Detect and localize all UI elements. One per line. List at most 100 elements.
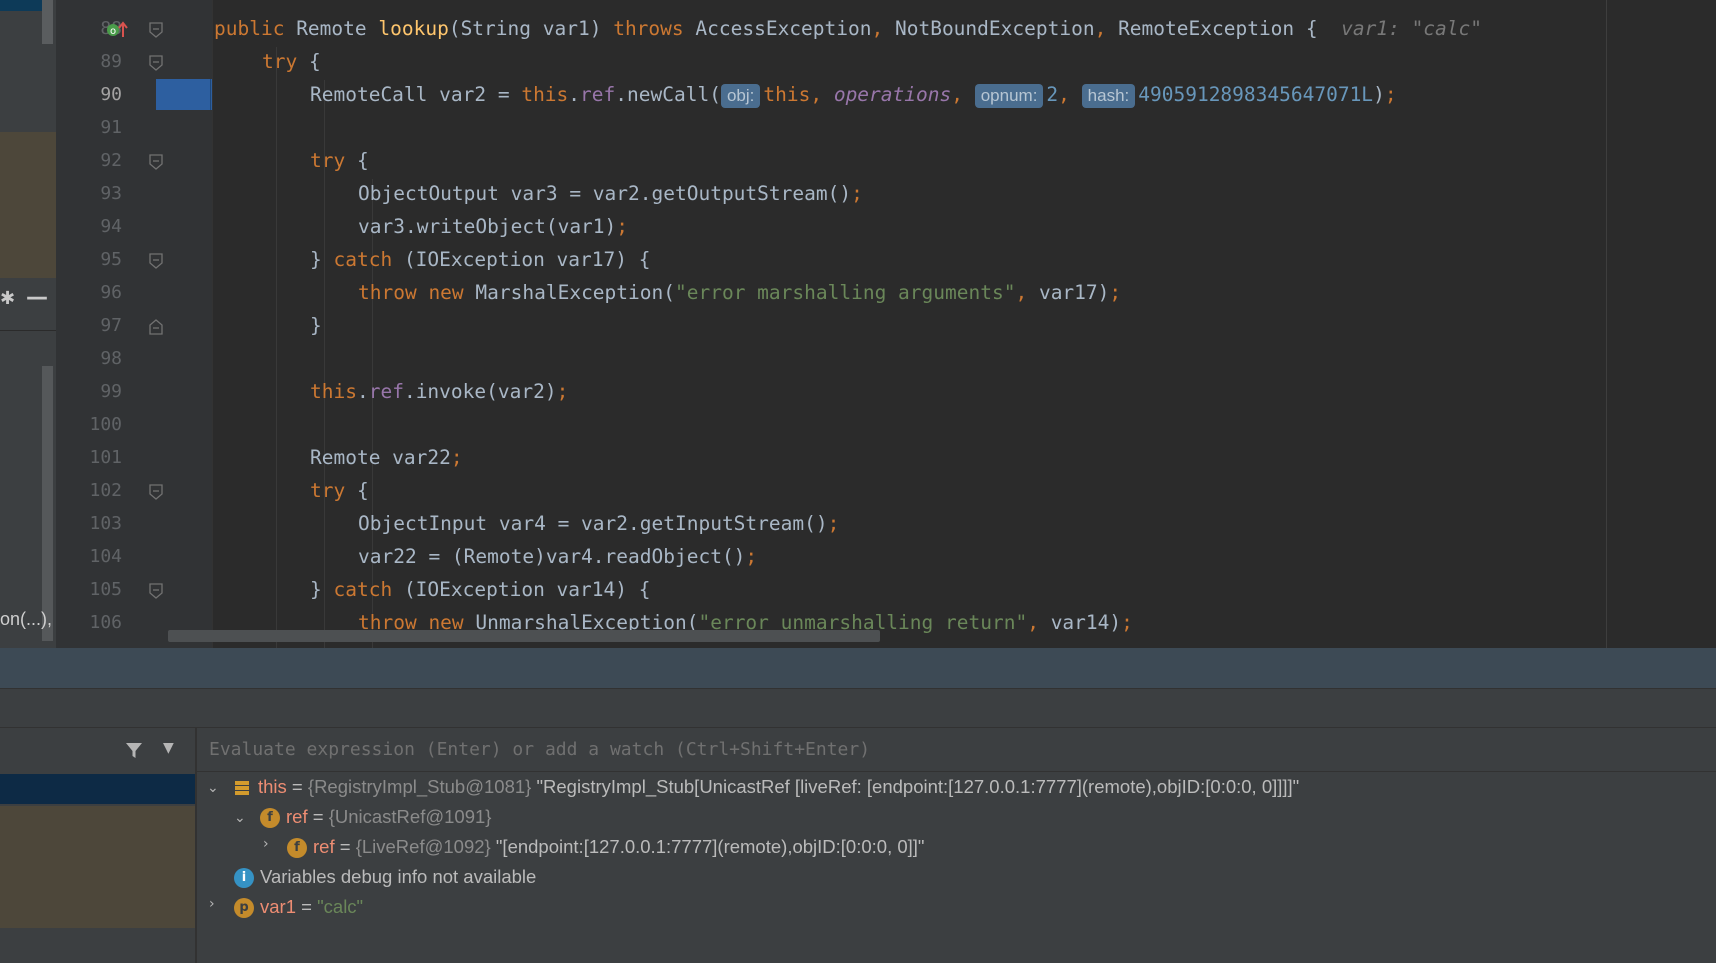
frame-fragment-text[interactable]: on(...), I: [0, 609, 56, 630]
frames-list[interactable]: [0, 806, 195, 928]
code-line[interactable]: } catch (IOException var17) {: [310, 243, 650, 276]
code-token: (String var1): [448, 17, 614, 40]
chevron-right-icon[interactable]: ›: [263, 836, 269, 852]
code-line[interactable]: ObjectOutput var3 = var2.getOutputStream…: [358, 177, 863, 210]
code-token: throw new: [358, 281, 476, 304]
fold-marker-icon[interactable]: [149, 154, 163, 170]
variable-value: "RegistryImpl_Stub[UnicastRef [liveRef: …: [531, 776, 1300, 797]
panel-scrollbar[interactable]: [42, 0, 53, 44]
code-token: catch: [333, 578, 404, 601]
code-line[interactable]: RemoteCall var2 = this.ref.newCall(obj: t…: [310, 78, 1397, 111]
code-line[interactable]: try {: [262, 45, 321, 78]
code-line[interactable]: var3.writeObject(var1);: [358, 210, 628, 243]
line-number[interactable]: 89: [56, 45, 122, 78]
code-line[interactable]: ObjectInput var4 = var2.getInputStream()…: [358, 507, 839, 540]
line-number[interactable]: 100: [56, 408, 122, 441]
variable-row-ref[interactable]: f ref = {UnicastRef@1091}: [260, 802, 491, 832]
code-token: ;: [745, 545, 758, 568]
line-number[interactable]: 106: [56, 606, 122, 639]
equals: =: [296, 896, 318, 917]
code-line[interactable]: public Remote lookup(String var1) throws…: [214, 12, 1482, 45]
line-number[interactable]: 104: [56, 540, 122, 573]
code-token: AccessException: [695, 17, 872, 40]
filter-icon[interactable]: [124, 740, 144, 764]
equals: =: [307, 806, 329, 827]
debug-tool-header: [0, 648, 1716, 688]
fold-marker-icon[interactable]: [149, 484, 163, 500]
code-token: catch: [333, 248, 404, 271]
variable-type: {RegistryImpl_Stub@1081}: [307, 776, 532, 797]
line-number[interactable]: 96: [56, 276, 122, 309]
code-token: var17): [1038, 281, 1110, 304]
code-token: ;: [450, 446, 463, 469]
field-icon: f: [260, 808, 280, 829]
code-token: }: [310, 314, 322, 337]
code-line[interactable]: Remote var22;: [310, 441, 463, 474]
fold-marker-icon[interactable]: [149, 319, 163, 335]
line-number[interactable]: 91: [56, 111, 122, 144]
code-line[interactable]: } catch (IOException var14) {: [310, 573, 650, 606]
line-number[interactable]: 102: [56, 474, 122, 507]
variable-name: ref: [313, 836, 335, 857]
code-token: NotBoundException: [894, 17, 1095, 40]
editor-horizontal-scrollbar[interactable]: [168, 630, 880, 642]
chevron-down-icon[interactable]: ⌄: [234, 810, 246, 826]
chevron-down-icon[interactable]: ⌄: [207, 780, 219, 796]
chevron-down-icon[interactable]: ▼: [163, 740, 174, 756]
gear-icon[interactable]: ✱: [0, 288, 15, 309]
code-token: ): [1373, 83, 1385, 106]
code-token: var1: "calc": [1341, 17, 1483, 40]
code-token: ,: [871, 17, 895, 40]
fold-marker-icon[interactable]: [149, 22, 163, 38]
chevron-right-icon[interactable]: ›: [209, 896, 215, 912]
fold-marker-icon[interactable]: [149, 55, 163, 71]
code-line[interactable]: var22 = (Remote)var4.readObject();: [358, 540, 757, 573]
code-token: public: [214, 17, 297, 40]
line-number[interactable]: 94: [56, 210, 122, 243]
equals: =: [286, 776, 308, 797]
stack-icon: [235, 781, 249, 796]
minimize-icon[interactable]: —: [26, 285, 48, 310]
selected-frame[interactable]: [0, 774, 195, 804]
code-token: Remote: [296, 17, 379, 40]
line-number[interactable]: 97: [56, 309, 122, 342]
code-token: ,: [1015, 281, 1039, 304]
code-line[interactable]: }: [310, 309, 322, 342]
line-number[interactable]: 93: [56, 177, 122, 210]
line-number[interactable]: 95: [56, 243, 122, 276]
field-icon: f: [287, 838, 307, 859]
code-token: .: [356, 380, 369, 403]
line-number[interactable]: 103: [56, 507, 122, 540]
code-token: RemoteException {: [1118, 17, 1342, 40]
line-number[interactable]: 105: [56, 573, 122, 606]
line-number[interactable]: 98: [56, 342, 122, 375]
code-token: this: [763, 83, 811, 106]
indent-guide: [276, 47, 277, 648]
code-line[interactable]: throw new MarshalException("error marsha…: [358, 276, 1121, 309]
code-token: this: [310, 380, 357, 403]
code-token: {: [356, 479, 369, 502]
line-number[interactable]: 92: [56, 144, 122, 177]
line-number[interactable]: 90: [56, 78, 122, 111]
code-line[interactable]: try {: [310, 474, 369, 507]
variable-row-var1[interactable]: p var1 = "calc": [234, 892, 363, 922]
line-number[interactable]: 99: [56, 375, 122, 408]
line-number[interactable]: 101: [56, 441, 122, 474]
fold-marker-icon[interactable]: [149, 583, 163, 599]
code-token: this: [521, 83, 569, 106]
override-method-icon[interactable]: o: [106, 19, 130, 45]
code-editor[interactable]: public Remote lookup(String var1) throws…: [212, 0, 1716, 648]
frames-scrollbar[interactable]: [42, 366, 53, 641]
variable-type: {LiveRef@1092}: [355, 836, 491, 857]
selected-item[interactable]: [0, 0, 44, 11]
fold-marker-icon[interactable]: [149, 253, 163, 269]
variable-row-this[interactable]: this = {RegistryImpl_Stub@1081} "Registr…: [234, 772, 1299, 802]
code-line[interactable]: this.ref.invoke(var2);: [310, 375, 568, 408]
code-token: ,: [951, 83, 975, 106]
code-token: var3.writeObject(var1): [358, 215, 617, 238]
code-line[interactable]: try {: [310, 144, 369, 177]
code-token: {: [308, 50, 321, 73]
code-token: ,: [810, 83, 834, 106]
variable-row-liveref[interactable]: f ref = {LiveRef@1092} "[endpoint:[127.0.…: [287, 832, 924, 862]
evaluate-expression-input[interactable]: Evaluate expression (Enter) or add a wat…: [197, 728, 1716, 772]
